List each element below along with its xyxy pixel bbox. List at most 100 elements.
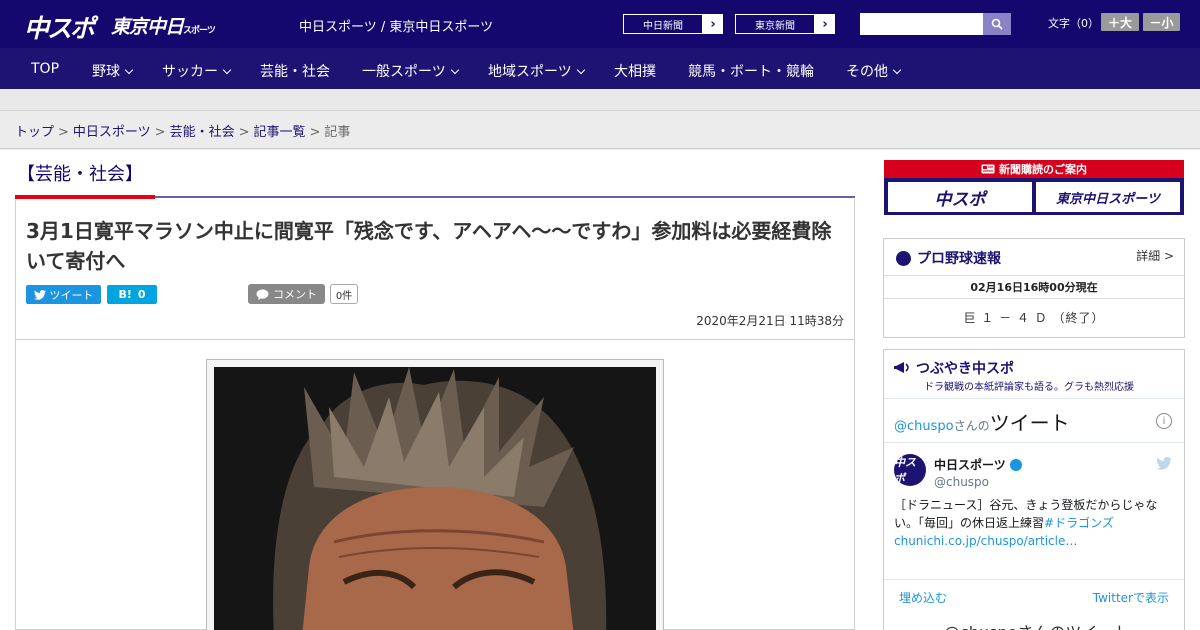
- nav-item-label: 大相撲: [614, 64, 656, 80]
- nav-item-sumo[interactable]: 大相撲: [614, 61, 656, 81]
- chevron-right-icon: ›: [822, 16, 828, 32]
- newspaper-icon: [981, 164, 995, 174]
- score-widget-title: プロ野球速報: [896, 248, 1001, 268]
- hatena-bookmark-count: 0: [137, 288, 146, 301]
- font-smaller-button[interactable]: －小: [1143, 13, 1180, 31]
- hatena-bookmark-button[interactable]: B! 0: [107, 285, 157, 304]
- divider: [884, 442, 1184, 443]
- breadcrumb-chunichi-sports[interactable]: 中日スポーツ: [73, 125, 151, 140]
- nav-item-label: TOP: [31, 61, 60, 77]
- nav-item-label: サッカー: [162, 64, 218, 80]
- score-detail-link[interactable]: 詳細 >: [1136, 247, 1174, 264]
- category-underline: [155, 196, 855, 198]
- breadcrumb: トップ > 中日スポーツ > 芸能・社会 > 記事一覧 > 記事: [15, 121, 350, 140]
- tweet-account-name-text: 中日スポーツ: [934, 458, 1006, 472]
- tweet-text: ［ドラニュース］谷元、きょう登板だからじゃない。「毎回」の休日返上練習#ドラゴン…: [894, 496, 1174, 550]
- tweet-share-button[interactable]: ツイート: [26, 285, 101, 304]
- chevron-down-icon: [576, 65, 585, 74]
- search-icon: [991, 18, 1003, 30]
- publish-date: 2020年2月21日 11時38分: [696, 314, 844, 328]
- top-header: 中スポ 東京中日スポーツ 中日スポーツ / 東京中日スポーツ 中日新聞 › 東京…: [0, 0, 1200, 48]
- breadcrumb-entertainment[interactable]: 芸能・社会: [170, 125, 235, 140]
- chuspo-logo[interactable]: 中スポ: [24, 9, 95, 45]
- twitter-embed-handle: @chuspo: [894, 419, 954, 434]
- nav-item-top[interactable]: TOP: [31, 61, 59, 77]
- tweet-link[interactable]: chunichi.co.jp/chuspo/article…: [894, 534, 1077, 548]
- twitter-embed-tweet-label: ツイート: [989, 411, 1070, 435]
- search-button[interactable]: [983, 13, 1011, 35]
- nav-item-baseball[interactable]: 野球: [92, 61, 134, 81]
- font-size-label: 文字（0）: [1048, 17, 1099, 30]
- tokyo-chunichi-logo-small: スポーツ: [183, 26, 216, 36]
- info-icon[interactable]: i: [1156, 413, 1172, 429]
- nav-item-soccer[interactable]: サッカー: [162, 61, 232, 81]
- embed-link[interactable]: 埋め込む: [899, 589, 947, 606]
- nav-item-label: その他: [846, 64, 888, 80]
- tokyo-chunichi-logo-text: 東京中日: [111, 16, 184, 38]
- chevron-down-icon: [222, 65, 232, 74]
- comment-button-label: コメント: [273, 288, 317, 301]
- chevron-down-icon: [124, 65, 134, 74]
- main-nav: TOP 野球 サッカー 芸能・社会 一般スポーツ 地域スポーツ 大相撲 競馬・ボ…: [0, 48, 1200, 89]
- comment-count: 0件: [330, 284, 358, 304]
- category-title: 【芸能・社会】: [17, 164, 143, 185]
- breadcrumb-bar: トップ > 中日スポーツ > 芸能・社会 > 記事一覧 > 記事: [0, 111, 1200, 149]
- twitter-widget-title-text: つぶやき中スポ: [916, 361, 1014, 377]
- chevron-down-icon: [892, 65, 902, 74]
- score-widget-title-text: プロ野球速報: [917, 251, 1001, 267]
- verified-badge-icon: [1009, 458, 1022, 471]
- search-input[interactable]: [860, 13, 983, 35]
- twitter-bird-icon[interactable]: [1156, 457, 1172, 474]
- tokyo-shimbun-link[interactable]: 東京新聞 ›: [734, 13, 836, 35]
- twitter-widget-subtitle: ドラ観戦の本紙評論家も語る。グラも熱烈応援: [924, 382, 1134, 393]
- chevron-right-icon: ›: [710, 16, 716, 32]
- breadcrumb-article-list[interactable]: 記事一覧: [254, 125, 306, 140]
- nav-item-racing[interactable]: 競馬・ボート・競輪: [688, 61, 814, 81]
- twitter-embed: @chuspoさんのツイート i 中スポ 中日スポーツ @chuspo ［ドラニ…: [884, 398, 1184, 630]
- twitter-widget-title: つぶやき中スポ: [894, 358, 1014, 378]
- breadcrumb-top[interactable]: トップ: [15, 125, 54, 140]
- nav-item-label: 競馬・ボート・競輪: [688, 64, 814, 80]
- article-photo[interactable]: [214, 367, 656, 630]
- font-bigger-button[interactable]: ＋大: [1101, 13, 1139, 31]
- tweet-hashtag[interactable]: #ドラゴンズ: [1044, 516, 1114, 530]
- twitter-widget: つぶやき中スポ ドラ観戦の本紙評論家も語る。グラも熱烈応援 @chuspoさんの…: [883, 349, 1185, 630]
- breadcrumb-current: 記事: [324, 125, 351, 140]
- nav-item-label: 野球: [92, 64, 120, 80]
- comment-button[interactable]: コメント: [248, 284, 325, 304]
- twitter-bird-icon: [33, 289, 46, 300]
- breadcrumb-separator: >: [238, 125, 250, 140]
- chunichi-shimbun-link[interactable]: 中日新聞 ›: [622, 13, 724, 35]
- tweet-account-name[interactable]: 中日スポーツ: [934, 456, 1022, 473]
- speech-bubble-icon: [256, 288, 269, 300]
- breadcrumb-separator: >: [309, 125, 321, 140]
- score-result[interactable]: 巨 １ － ４ Ｄ （終了）: [884, 309, 1184, 326]
- avatar[interactable]: 中スポ: [894, 454, 926, 486]
- tweet-account-handle[interactable]: @chuspo: [934, 475, 989, 489]
- nav-item-entertainment[interactable]: 芸能・社会: [260, 61, 330, 81]
- twitter-embed-title[interactable]: @chuspoさんのツイート: [894, 407, 1070, 436]
- article-headline: 3月1日寛平マラソン中止に間寛平「残念です、アヘアヘ～～ですわ」参加料は必要経費…: [26, 219, 832, 273]
- breadcrumb-separator: >: [58, 125, 69, 140]
- subscription-tokyo-chunichi[interactable]: 東京中日スポーツ: [1036, 182, 1180, 212]
- score-timestamp: 02月16日16時00分現在: [884, 275, 1184, 299]
- subscription-title: 新聞購読のご案内: [999, 163, 1087, 176]
- site-title[interactable]: 中日スポーツ / 東京中日スポーツ: [299, 16, 493, 35]
- portrait-photo: [214, 367, 656, 630]
- tweet-share-label: ツイート: [49, 288, 94, 302]
- tweet-body: ［ドラニュース］谷元、きょう登板だからじゃない。「毎回」の休日返上練習: [894, 498, 1158, 530]
- nav-item-label: 芸能・社会: [260, 64, 330, 80]
- nav-item-general-sports[interactable]: 一般スポーツ: [362, 61, 459, 81]
- tokyo-chunichi-logo[interactable]: 東京中日スポーツ: [111, 12, 216, 39]
- breadcrumb-separator: >: [154, 125, 166, 140]
- view-on-twitter-link[interactable]: Twitterで表示: [1093, 589, 1169, 606]
- hatena-bookmark-icon: B!: [118, 288, 132, 301]
- nav-item-local-sports[interactable]: 地域スポーツ: [488, 61, 585, 81]
- article-divider: [16, 339, 854, 340]
- megaphone-icon: [894, 362, 909, 373]
- subscription-header: 新聞購読のご案内: [884, 160, 1184, 178]
- subscription-banner[interactable]: 新聞購読のご案内 中スポ 東京中日スポーツ: [884, 160, 1184, 215]
- subscription-chuspo[interactable]: 中スポ: [888, 182, 1032, 212]
- nav-item-other[interactable]: その他: [846, 61, 902, 81]
- chunichi-shimbun-label: 中日新聞: [623, 14, 703, 34]
